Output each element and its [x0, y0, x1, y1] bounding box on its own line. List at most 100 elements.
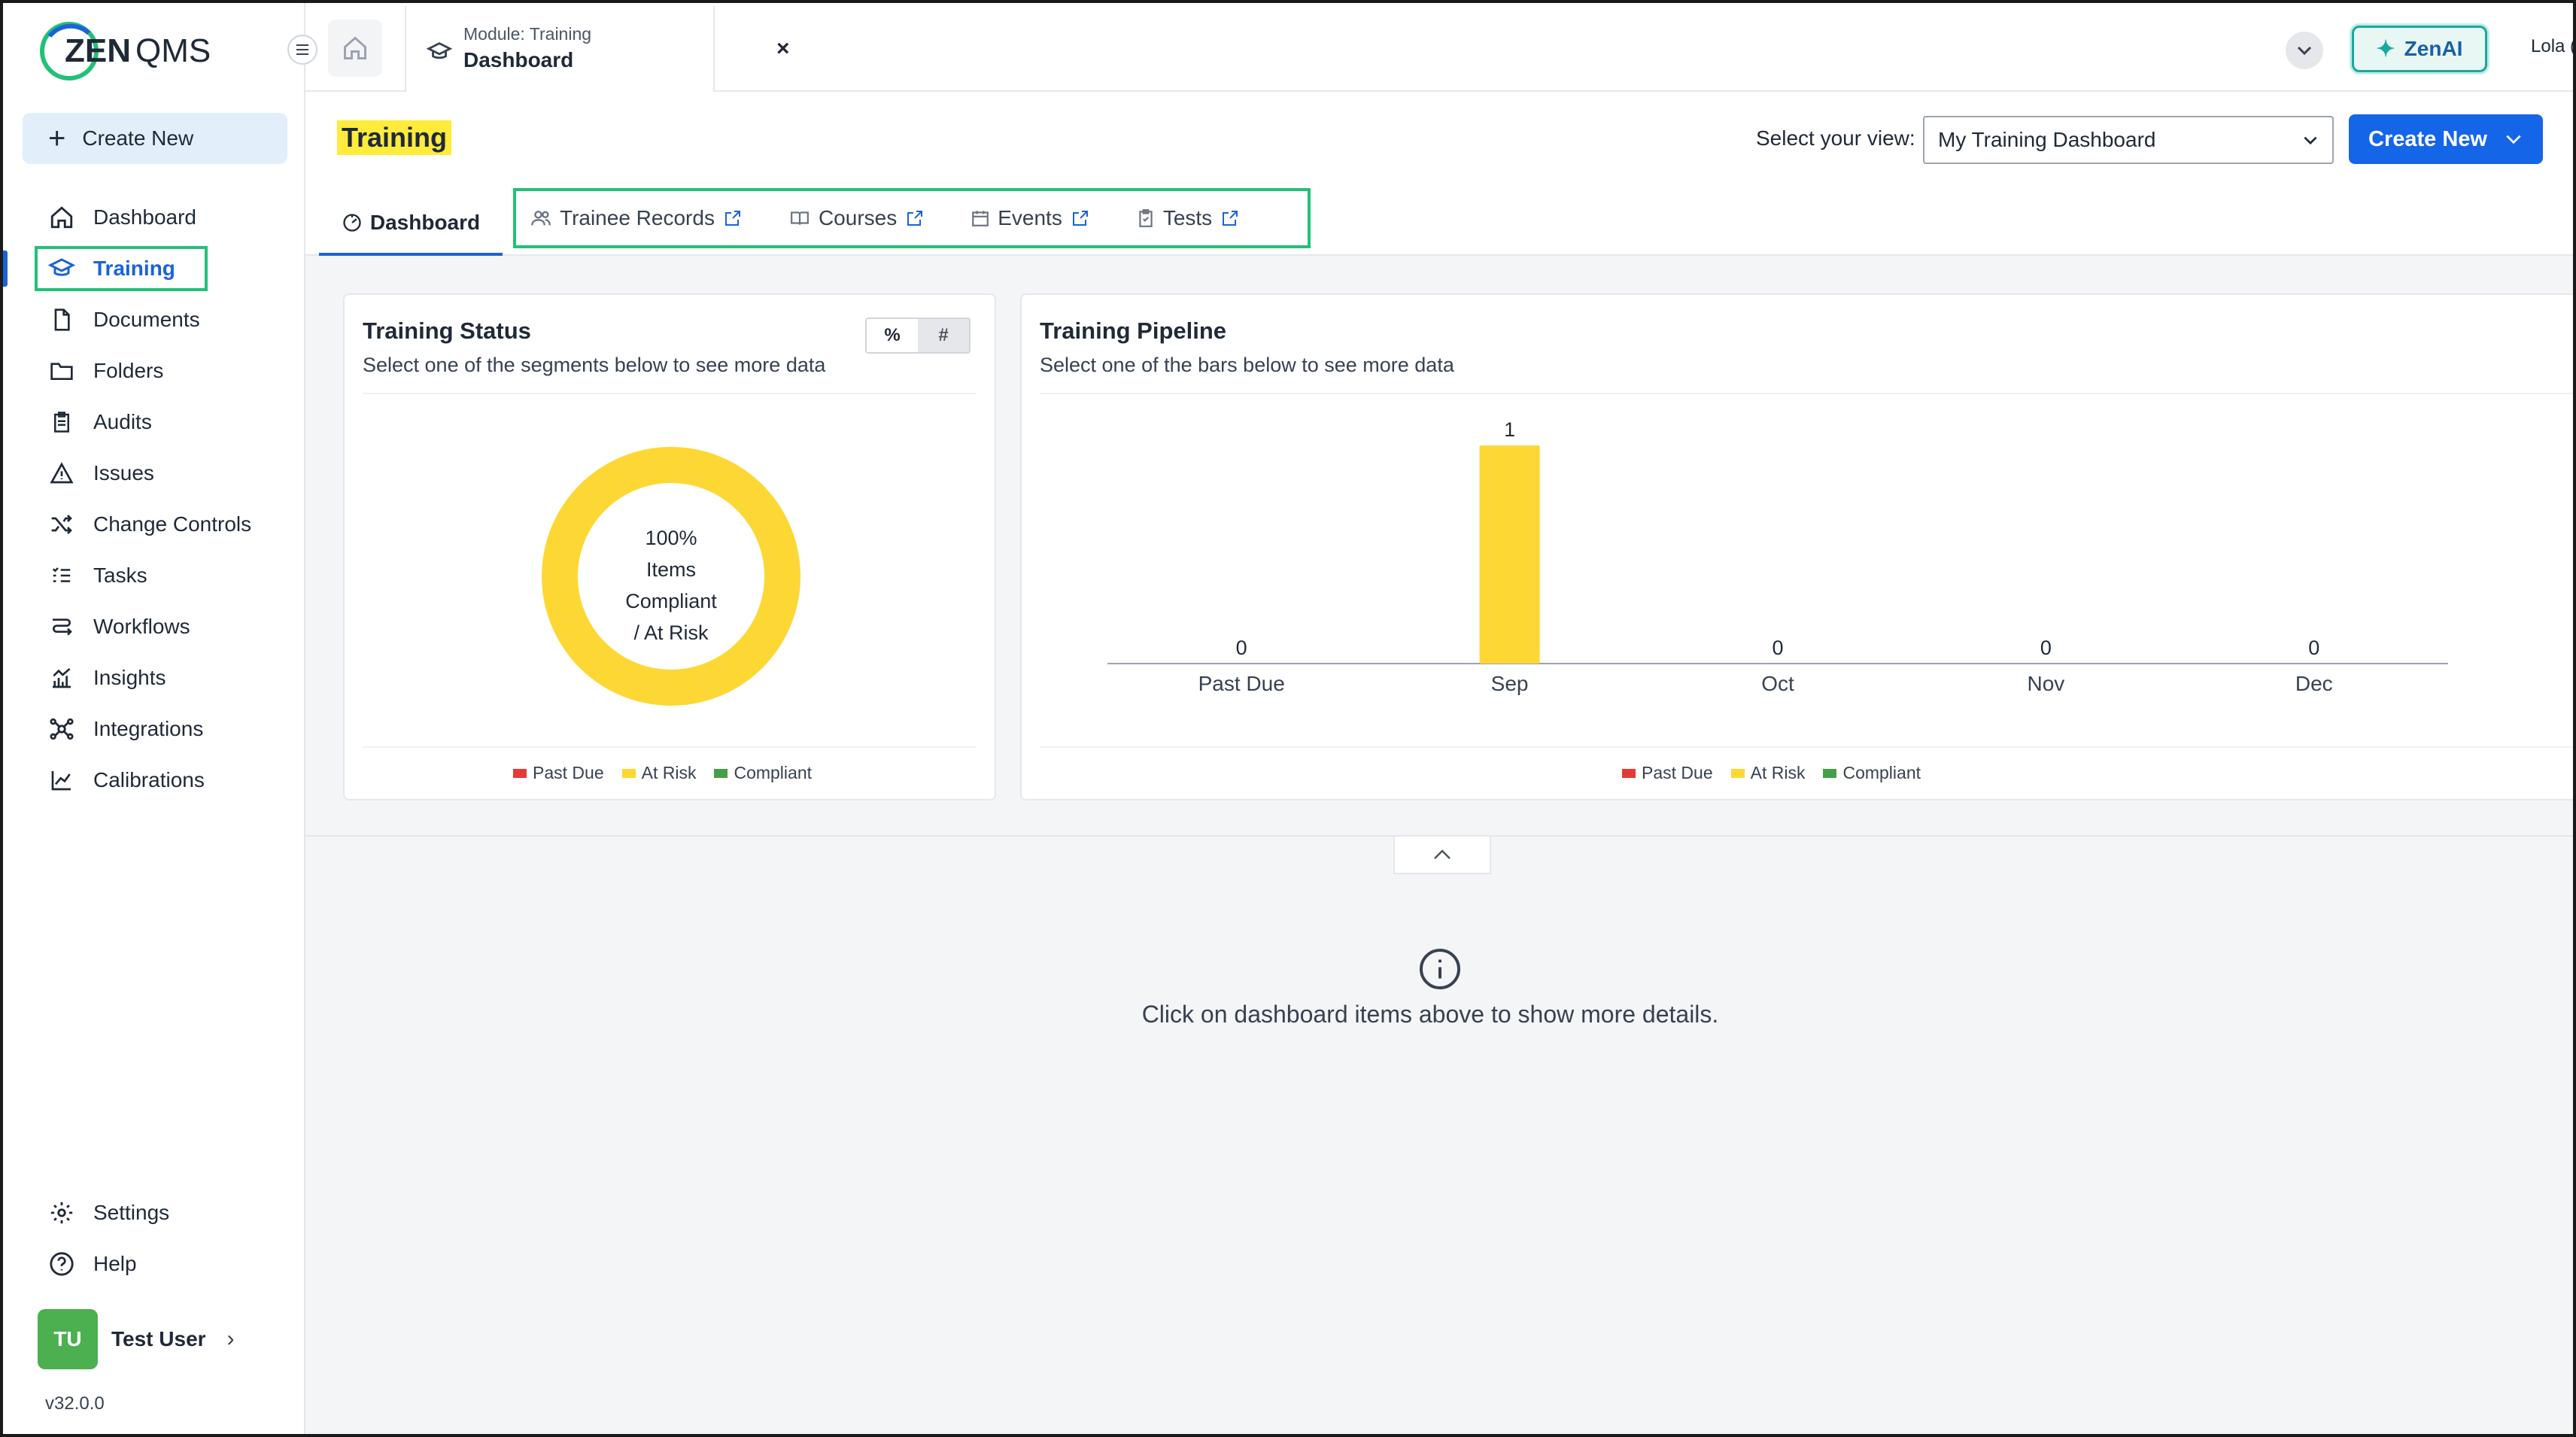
dashboard-content: Training Status Select one of the segmen…: [305, 256, 2573, 1434]
bar-sep[interactable]: [1479, 445, 1540, 664]
bar-value-label: 1: [1504, 418, 1515, 441]
toggle-count[interactable]: #: [918, 319, 969, 352]
home-tab[interactable]: [328, 20, 382, 77]
sidebar-item-label: Help: [93, 1252, 137, 1275]
shuffle-icon: [47, 509, 77, 539]
legend-label: Compliant: [734, 763, 812, 782]
close-icon[interactable]: ×: [776, 36, 790, 62]
open-tab-training-dashboard[interactable]: Module: Training Dashboard ×: [405, 6, 790, 92]
x-tick-label: Past Due: [1198, 672, 1285, 695]
warning-icon: [47, 458, 77, 488]
legend-item-at-risk[interactable]: At Risk: [621, 763, 696, 783]
legend-item-at-risk[interactable]: At Risk: [1730, 763, 1806, 783]
sidebar-item-label: Calibrations: [93, 768, 205, 791]
sidebar-item-change-controls[interactable]: Change Controls: [3, 499, 305, 550]
zenai-button[interactable]: ✦ ZenAI: [2352, 26, 2487, 72]
zenqms-logo[interactable]: ZEN QMS: [39, 14, 220, 89]
page-title: Training: [337, 120, 452, 155]
avatar: TU: [38, 1309, 98, 1369]
x-tick-label: Sep: [1491, 672, 1529, 695]
legend-item-past-due[interactable]: Past Due: [513, 763, 604, 783]
training-pipeline-chart: 0 Past Due 1 Sep 0 Oct 0 Nov 0 Dec: [1107, 418, 2448, 695]
sidebar-item-help[interactable]: Help: [3, 1238, 305, 1290]
document-icon: [47, 305, 77, 335]
legend-swatch: [714, 768, 728, 778]
gear-icon: [47, 1198, 77, 1228]
chevron-right-icon: ›: [226, 1326, 235, 1351]
clipboard-check-icon: [1139, 209, 1153, 227]
sidebar: ZEN QMS + Create New Dashboard Training …: [3, 3, 305, 1434]
clipboard-icon: [47, 407, 77, 437]
tab-dashboard[interactable]: Dashboard: [319, 193, 503, 256]
legend-item-compliant[interactable]: Compliant: [1823, 763, 1921, 783]
sidebar-item-documents[interactable]: Documents: [3, 294, 305, 345]
tab-tests[interactable]: Tests: [1136, 206, 1239, 230]
divider: [1040, 746, 2573, 748]
legend-swatch: [1622, 768, 1636, 778]
divider: [1040, 393, 2573, 394]
tab-events[interactable]: Events: [971, 206, 1089, 230]
book-icon: [791, 211, 809, 225]
sidebar-item-workflows[interactable]: Workflows: [3, 601, 305, 652]
donut-center-text: Compliant: [625, 590, 717, 612]
external-link-icon: [1072, 211, 1088, 226]
graduation-cap-icon: [424, 39, 454, 65]
sidebar-item-label: Settings: [93, 1201, 170, 1224]
tab-label: Trainee Records: [560, 206, 715, 229]
legend-swatch: [1730, 768, 1745, 778]
user-menu[interactable]: TU Test User ›: [38, 1309, 235, 1369]
chevron-up-icon: [1434, 849, 1451, 859]
svg-text:QMS: QMS: [135, 32, 211, 69]
sidebar-item-settings[interactable]: Settings: [3, 1187, 305, 1238]
training-status-donut: 100% Items Compliant / At Risk: [542, 447, 800, 706]
divider: [363, 393, 977, 394]
training-highlight-box: [35, 246, 208, 291]
tab-trainee-records[interactable]: Trainee Records: [530, 206, 742, 230]
donut-center-text: 100%: [645, 527, 697, 549]
version-label: v32.0.0: [45, 1393, 105, 1414]
sidebar-item-folders[interactable]: Folders: [3, 345, 305, 396]
tab-module-label: Module: Training: [463, 24, 592, 44]
details-placeholder-text: Click on dashboard items above to show m…: [1141, 1001, 1719, 1028]
view-select[interactable]: My Training Dashboard: [1923, 116, 2334, 164]
sidebar-bottom-nav: Settings Help: [3, 1187, 305, 1290]
external-link-icon: [907, 211, 923, 226]
sidebar-item-label: Workflows: [93, 615, 190, 638]
collapse-sidebar-button[interactable]: [287, 35, 317, 65]
chevron-down-icon: [2506, 135, 2521, 144]
legend-item-past-due[interactable]: Past Due: [1622, 763, 1713, 783]
svg-text:ZEN: ZEN: [65, 32, 131, 69]
legend-swatch: [513, 768, 527, 778]
x-tick-label: Nov: [2028, 672, 2065, 695]
app-window: ZEN QMS + Create New Dashboard Training …: [0, 0, 2576, 1437]
donut-center-text: / At Risk: [633, 621, 709, 644]
legend-label: At Risk: [1750, 763, 1806, 782]
sidebar-item-training[interactable]: Training: [3, 243, 305, 294]
account-name[interactable]: Lola (THIS IS A ZENQMS TEST ACCOUNT): [2531, 36, 2573, 57]
integrations-icon: [47, 714, 77, 744]
pipeline-legend: Past Due At Risk Compliant: [1622, 763, 1939, 783]
sidebar-item-issues[interactable]: Issues: [3, 448, 305, 499]
sidebar-item-calibrations[interactable]: Calibrations: [3, 755, 305, 806]
legend-item-compliant[interactable]: Compliant: [714, 763, 812, 783]
task-list-icon: [47, 561, 77, 591]
folder-icon: [47, 356, 77, 386]
toggle-percent[interactable]: %: [867, 319, 918, 352]
bar-value-label: 0: [1236, 636, 1247, 659]
sidebar-item-tasks[interactable]: Tasks: [3, 550, 305, 601]
card-title: Training Pipeline: [1040, 317, 1227, 344]
tab-courses[interactable]: Courses: [788, 206, 924, 230]
create-new-dropdown-button[interactable]: Create New: [2349, 114, 2543, 164]
sidebar-item-audits[interactable]: Audits: [3, 396, 305, 448]
sidebar-item-dashboard[interactable]: Dashboard: [3, 192, 305, 243]
sidebar-item-label: Folders: [93, 359, 164, 382]
sidebar-item-integrations[interactable]: Integrations: [3, 703, 305, 755]
workflow-icon: [47, 612, 77, 642]
sparkle-icon: ✦: [2376, 36, 2395, 62]
chevron-down-icon: [2297, 46, 2312, 56]
tabs-dropdown-button[interactable]: [2286, 32, 2323, 69]
create-new-button[interactable]: + Create New: [23, 113, 287, 164]
collapse-dashboard-button[interactable]: [1393, 837, 1491, 874]
sidebar-item-insights[interactable]: Insights: [3, 652, 305, 703]
tab-title: Dashboard: [463, 48, 574, 71]
